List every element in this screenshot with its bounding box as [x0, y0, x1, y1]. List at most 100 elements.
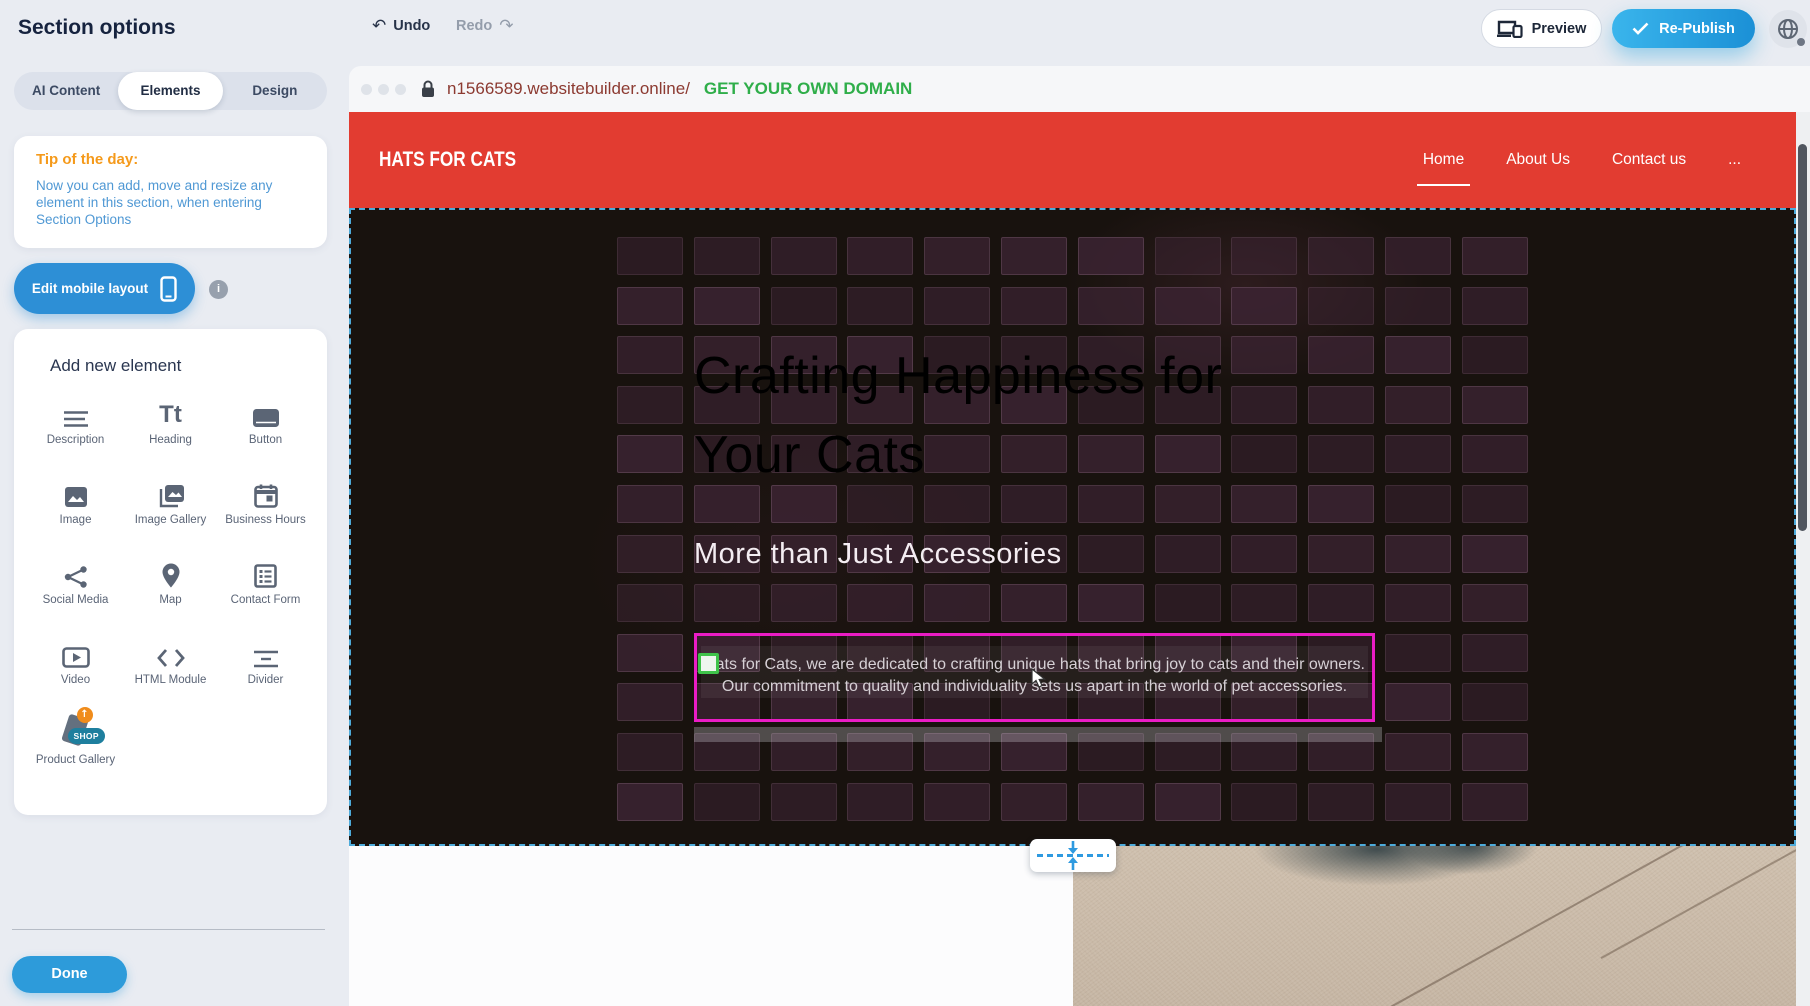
lock-icon [421, 80, 435, 98]
tip-body: Now you can add, move and resize any ele… [36, 177, 298, 228]
image-gallery-icon [157, 478, 185, 508]
section-resize-handle[interactable] [1030, 839, 1116, 872]
hero-tile [1385, 485, 1451, 523]
hero-tile [1462, 733, 1528, 771]
edit-mobile-layout-label: Edit mobile layout [32, 281, 148, 296]
nav-item-about-us[interactable]: About Us [1506, 151, 1570, 169]
hero-tile [617, 386, 683, 424]
upgrade-badge-icon: ↑ [77, 707, 93, 723]
next-section-floor-image [1073, 846, 1796, 1006]
tab-elements[interactable]: Elements [118, 72, 222, 110]
site-header[interactable]: HATS FOR CATS Home About Us Contact us... [349, 112, 1796, 208]
url-text[interactable]: n1566589.websitebuilder.online/ [447, 79, 690, 99]
page-title: Section options [18, 16, 176, 40]
hero-tile [771, 485, 837, 523]
hero-tile [771, 783, 837, 821]
preview-button[interactable]: Preview [1481, 9, 1602, 48]
add-element-video[interactable]: Video [30, 638, 122, 708]
nav-item-contact-us[interactable]: Contact us [1612, 151, 1686, 169]
info-icon[interactable]: i [209, 280, 228, 299]
form-icon [254, 558, 277, 588]
hero-tile [617, 733, 683, 771]
hero-tile [617, 287, 683, 325]
add-element-image[interactable]: Image [30, 478, 122, 548]
hero-tile [617, 535, 683, 573]
hero-tile [1231, 783, 1297, 821]
nav-item-home[interactable]: Home [1423, 151, 1464, 169]
hero-tile [617, 435, 683, 473]
hero-tile [1078, 584, 1144, 622]
text-lines-icon [63, 398, 89, 428]
hero-tile [1308, 485, 1374, 523]
hero-heading-line1[interactable]: Crafting Happiness for [694, 346, 1375, 406]
globe-status-dot [1797, 38, 1805, 46]
hero-tile [1462, 535, 1528, 573]
tab-design[interactable]: Design [223, 72, 327, 110]
window-control-dots [361, 84, 406, 95]
scrollbar-thumb[interactable] [1798, 144, 1807, 531]
republish-button[interactable]: Re-Publish [1612, 9, 1755, 48]
element-label: Social Media [43, 594, 109, 607]
element-grid: DescriptionTtHeadingButton ImageImage Gal… [28, 398, 313, 788]
hero-tile [1155, 287, 1221, 325]
add-element-button[interactable]: Button [220, 398, 312, 468]
image-icon [64, 478, 88, 508]
hero-tile [1385, 733, 1451, 771]
element-label: Heading [149, 434, 192, 447]
check-icon [1632, 22, 1649, 35]
add-element-heading[interactable]: TtHeading [125, 398, 217, 468]
element-label: Map [159, 594, 181, 607]
hero-tile [1078, 485, 1144, 523]
get-your-own-domain-link[interactable]: GET YOUR OWN DOMAIN [704, 79, 912, 99]
product-gallery-icon: ↑SHOP [56, 718, 96, 748]
hero-tile [1385, 287, 1451, 325]
add-element-social-media[interactable]: Social Media [30, 558, 122, 628]
done-button[interactable]: Done [12, 956, 127, 993]
redo-label: Redo [456, 18, 492, 34]
hero-tile [1078, 783, 1144, 821]
hero-tile [847, 287, 913, 325]
map-pin-icon [162, 558, 180, 588]
hero-section[interactable]: Crafting Happiness for Your Cats More th… [349, 208, 1796, 846]
add-element-description[interactable]: Description [30, 398, 122, 468]
share-icon [64, 558, 88, 588]
add-element-divider[interactable]: Divider [220, 638, 312, 708]
add-element-business-hours[interactable]: Business Hours [220, 478, 312, 548]
add-element-product-gallery[interactable]: ↑SHOPProduct Gallery [30, 718, 122, 788]
undo-button[interactable]: ↶ Undo [372, 16, 430, 36]
shop-badge: SHOP [68, 728, 105, 744]
hero-tile [1385, 683, 1451, 721]
video-icon [62, 638, 90, 668]
tip-of-the-day-card: Tip of the day: Now you can add, move an… [14, 136, 327, 248]
hero-tile [847, 783, 913, 821]
add-element-image-gallery[interactable]: Image Gallery [125, 478, 217, 548]
nav-item-more[interactable]: ... [1728, 151, 1741, 169]
hero-tile [617, 485, 683, 523]
redo-button[interactable]: Redo ↷ [456, 16, 514, 36]
hero-heading-line2[interactable]: Your Cats [694, 425, 1375, 485]
phone-icon [160, 276, 177, 302]
tip-title: Tip of the day: [36, 151, 305, 168]
hero-tile [617, 336, 683, 374]
add-element-html-module[interactable]: HTML Module [125, 638, 217, 708]
hero-tile [617, 584, 683, 622]
add-element-contact-form[interactable]: Contact Form [220, 558, 312, 628]
hero-subheading[interactable]: More than Just Accessories [694, 538, 1375, 571]
hero-tile [1231, 287, 1297, 325]
tab-ai-content[interactable]: AI Content [14, 72, 118, 110]
hero-tile [1462, 287, 1528, 325]
next-section-blank [349, 846, 1073, 1006]
add-element-map[interactable]: Map [125, 558, 217, 628]
site-logo[interactable]: HATS FOR CATS [379, 148, 516, 172]
add-new-element-card: Add new element DescriptionTtHeadingButt… [14, 329, 327, 815]
edit-mobile-layout-button[interactable]: Edit mobile layout [14, 263, 195, 314]
hero-tile [924, 485, 990, 523]
hero-tile [1231, 584, 1297, 622]
hero-tile [1231, 485, 1297, 523]
site-nav: Home About Us Contact us... [1423, 112, 1741, 208]
tile-grout-line [1601, 846, 1796, 959]
hero-tile [1308, 584, 1374, 622]
element-drag-handle[interactable] [698, 653, 719, 674]
hero-tile [1308, 287, 1374, 325]
hero-tile [1462, 336, 1528, 374]
